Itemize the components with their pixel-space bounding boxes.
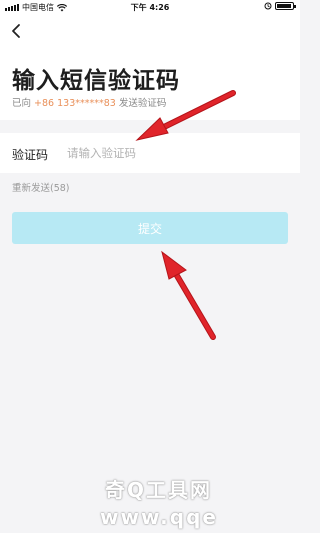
submit-button[interactable]: 提交 [12, 212, 288, 244]
alarm-icon [264, 2, 272, 10]
phone-number: +86 133******83 [34, 98, 116, 109]
resend-countdown[interactable]: 重新发送(58) [12, 180, 70, 194]
page-header: 输入短信验证码 已向 +86 133******83 发送验证码 [0, 14, 300, 120]
watermark-text: 奇Q工具网 [105, 478, 213, 502]
back-chevron-icon[interactable] [8, 22, 26, 40]
status-time: 下午 4:26 [130, 3, 170, 12]
status-bar: 中国电信 下午 4:26 [0, 0, 300, 14]
code-field-row: 验证码 [0, 133, 300, 173]
page-title: 输入短信验证码 [12, 68, 180, 94]
hint-suffix: 发送验证码 [118, 98, 167, 109]
red-arrow-icon [161, 250, 216, 340]
code-input[interactable] [67, 144, 277, 162]
sent-to-hint: 已向 +86 133******83 发送验证码 [12, 95, 166, 109]
status-right [264, 2, 296, 10]
hint-prefix: 已向 [12, 98, 32, 109]
battery-icon [275, 2, 296, 10]
code-label: 验证码 [12, 148, 49, 162]
watermark-url: www.qqe [100, 505, 218, 529]
